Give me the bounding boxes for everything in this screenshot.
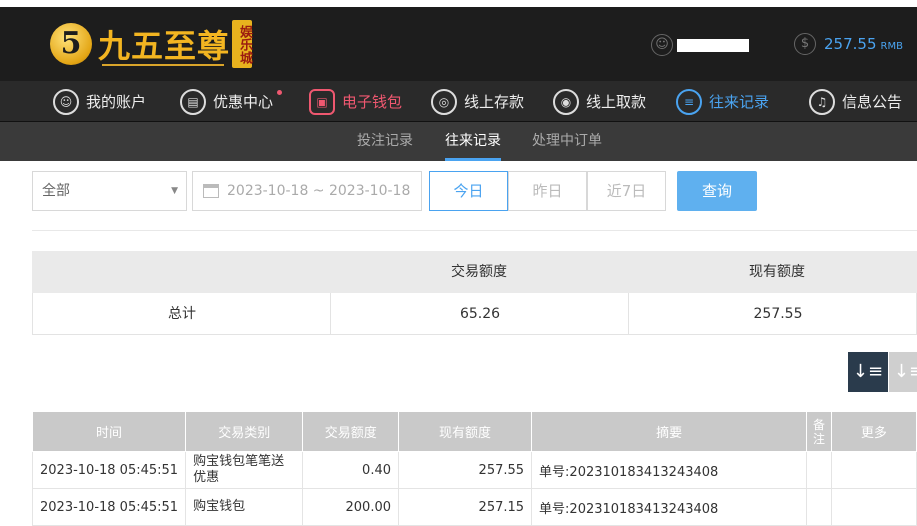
nav-e-wallet[interactable]: ▣ 电子钱包 xyxy=(309,81,402,122)
cell-type: 购宝钱包笔笔送优惠 xyxy=(185,451,304,489)
col-type: 交易类别 xyxy=(185,411,304,452)
balance-area: $ 257.55 RMB xyxy=(794,33,903,55)
logo[interactable]: 5 九五至尊 娱乐城 xyxy=(50,15,260,75)
nav-label: 电子钱包 xyxy=(342,93,403,111)
user-icon: ☺ xyxy=(651,34,673,56)
notification-dot xyxy=(277,90,283,95)
gift-icon: ▤ xyxy=(180,88,206,115)
tab-transaction-records[interactable]: 往来记录 xyxy=(445,122,501,161)
records-icon: ≡ xyxy=(676,88,702,115)
summary-total-label: 总计 xyxy=(168,306,196,322)
username-masked xyxy=(677,38,749,52)
col-balance: 现有额度 xyxy=(397,411,533,452)
tab-pending-orders[interactable]: 处理中订单 xyxy=(532,122,602,161)
logo-text: 九五至尊 xyxy=(98,27,231,65)
top-strip xyxy=(0,0,917,7)
calendar-icon xyxy=(203,184,219,198)
summary-header: 交易额度 现有额度 xyxy=(32,251,917,293)
type-select[interactable]: 全部 ▼ xyxy=(32,171,187,211)
withdraw-icon: ◉ xyxy=(553,88,579,115)
date-range-input[interactable]: 2023-10-18 ~ 2023-10-18 xyxy=(192,171,422,211)
sort-desc-icon[interactable]: ↓≡ xyxy=(848,352,888,392)
nav-label: 信息公告 xyxy=(842,93,903,111)
col-summary: 摘要 xyxy=(531,411,808,452)
nav-promotions[interactable]: ▤ 优惠中心 xyxy=(180,81,283,122)
date-range-value: 2023-10-18 ~ 2023-10-18 xyxy=(227,183,411,199)
nav-announcements[interactable]: ♫ 信息公告 xyxy=(809,81,902,122)
yesterday-button[interactable]: 昨日 xyxy=(508,171,587,211)
user-area[interactable]: ☺ xyxy=(651,33,749,57)
cell-balance: 257.55 xyxy=(397,451,533,489)
nav-records[interactable]: ≡ 往来记录 xyxy=(676,81,769,122)
main-nav: ☺ 我的账户 ▤ 优惠中心 ▣ 电子钱包 ◎ 线上存款 ◉ 线上取款 ≡ 往来记… xyxy=(0,81,917,122)
nav-deposit[interactable]: ◎ 线上存款 xyxy=(431,81,524,122)
summary-header-cell: 交易额度 xyxy=(451,264,507,280)
summary-current-amount: 257.55 xyxy=(753,306,803,322)
dollar-icon: $ xyxy=(794,33,816,55)
records-header-row: 时间 交易类别 交易额度 现有额度 摘要 备注 更多 xyxy=(31,411,917,452)
summary-transaction-amount: 65.26 xyxy=(459,306,501,322)
bell-icon: ♫ xyxy=(809,88,835,115)
nav-my-account[interactable]: ☺ 我的账户 xyxy=(53,81,146,122)
nav-label: 我的账户 xyxy=(86,93,147,111)
summary-table: 交易额度 现有额度 总计 65.26 257.55 xyxy=(32,251,917,335)
sort-asc-icon[interactable]: ↓≡ xyxy=(889,352,917,392)
cell-amount: 0.40 xyxy=(302,451,399,489)
caret-down-icon: ▼ xyxy=(171,186,178,196)
divider xyxy=(32,230,917,231)
nav-label: 优惠中心 xyxy=(213,93,274,111)
col-more: 更多 xyxy=(830,411,917,452)
query-button[interactable]: 查询 xyxy=(677,171,757,211)
cell-summary: 单号:202310183413243408 xyxy=(531,451,808,489)
nav-label: 往来记录 xyxy=(709,93,770,111)
cell-more[interactable] xyxy=(830,451,917,489)
logo-tag: 娱乐城 xyxy=(232,20,252,68)
col-time: 时间 xyxy=(31,411,187,452)
table-row: 2023-10-18 05:45:51 购宝钱包笔笔送优惠 0.40 257.5… xyxy=(31,451,917,489)
wallet-icon: ▣ xyxy=(309,88,335,115)
cell-time: 2023-10-18 05:45:51 xyxy=(31,451,187,489)
site-header: 5 九五至尊 娱乐城 ☺ $ 257.55 RMB xyxy=(0,7,917,81)
today-button[interactable]: 今日 xyxy=(429,171,508,211)
type-select-value: 全部 xyxy=(42,183,70,199)
nav-label: 线上取款 xyxy=(586,93,647,111)
nav-label: 线上存款 xyxy=(464,93,525,111)
balance-amount: 257.55 xyxy=(824,35,877,53)
records-table: 时间 交易类别 交易额度 现有额度 摘要 备注 更多 2023-10-18 05… xyxy=(31,411,917,526)
logo-mark: 5 xyxy=(50,23,92,65)
user-icon: ☺ xyxy=(53,88,79,115)
summary-row: 总计 65.26 257.55 xyxy=(32,293,917,335)
nav-withdraw[interactable]: ◉ 线上取款 xyxy=(553,81,646,122)
tab-bet-records[interactable]: 投注记录 xyxy=(357,122,413,161)
summary-header-cell: 现有额度 xyxy=(749,264,805,280)
col-remark: 备注 xyxy=(806,411,832,452)
last-7-days-button[interactable]: 近7日 xyxy=(587,171,666,211)
logo-underline xyxy=(102,64,224,66)
sub-nav: 投注记录 往来记录 处理中订单 xyxy=(0,122,917,161)
deposit-icon: ◎ xyxy=(431,88,457,115)
col-amount: 交易额度 xyxy=(302,411,399,452)
cell-remark xyxy=(806,451,832,489)
balance-currency: RMB xyxy=(880,40,903,52)
